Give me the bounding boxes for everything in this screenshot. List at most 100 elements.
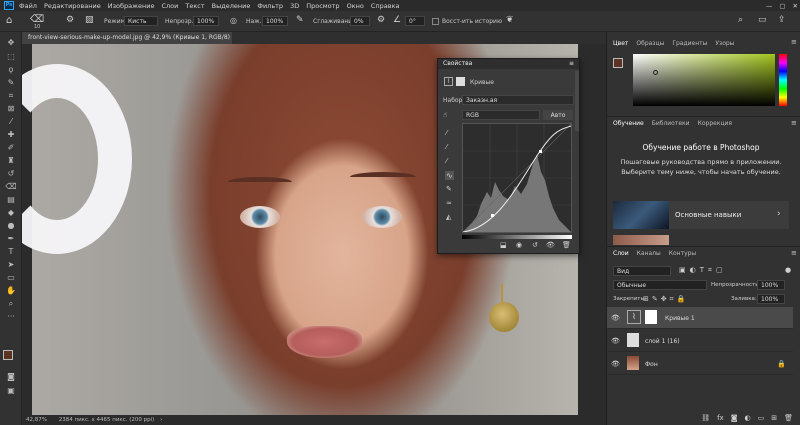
menu-layers[interactable]: Слои [159, 2, 180, 10]
type-tool-icon[interactable]: T [4, 247, 18, 257]
zoom-tool-icon[interactable]: ⌕ [4, 299, 18, 309]
frame-tool-icon[interactable]: ⊠ [4, 104, 18, 114]
layer-mask-thumbnail[interactable] [645, 310, 657, 324]
menu-select[interactable]: Выделение [210, 2, 253, 10]
panel-menu-icon[interactable]: ≡ [569, 60, 574, 67]
angle-field[interactable]: 0° [405, 16, 425, 26]
link-layers-icon[interactable]: ⛓ [701, 414, 710, 422]
delete-layer-icon[interactable]: 🗑 [784, 414, 793, 422]
color-picker-marker[interactable] [653, 70, 658, 75]
layer-name[interactable]: Кривые 1 [665, 315, 695, 322]
workspace-icon[interactable]: ▭ [758, 15, 767, 25]
panel-menu-icon[interactable]: ≡ [791, 119, 797, 127]
reset-icon[interactable]: ↺ [532, 241, 538, 249]
history-brush-tool-icon[interactable]: ↺ [4, 169, 18, 179]
tab-patterns[interactable]: Узоры [715, 40, 734, 47]
maximize-icon[interactable]: ▢ [777, 2, 787, 10]
history-checkbox[interactable] [432, 18, 439, 25]
chevron-right-icon[interactable]: › [777, 209, 781, 219]
preset-select[interactable]: Заказн.ая [462, 95, 574, 105]
tab-color[interactable]: Цвет [613, 40, 628, 47]
menu-3d[interactable]: 3D [288, 2, 301, 10]
pressure-opacity-icon[interactable]: ◎ [230, 16, 237, 25]
menu-view[interactable]: Просмотр [304, 2, 341, 10]
curve-point[interactable] [539, 150, 542, 153]
search-icon[interactable]: ⌕ [738, 15, 743, 25]
visibility-eye-icon[interactable]: 👁 [611, 314, 620, 322]
brush-tool-icon[interactable]: ✐ [4, 143, 18, 153]
filter-toggle-icon[interactable]: ● [785, 266, 791, 274]
tab-learn[interactable]: Обучение [613, 120, 644, 127]
new-layer-icon[interactable]: ⊞ [771, 414, 777, 422]
panel-menu-icon[interactable]: ≡ [791, 249, 797, 257]
mask-icon[interactable] [456, 77, 465, 86]
tab-paths[interactable]: Контуры [669, 250, 696, 257]
minimize-icon[interactable]: — [764, 2, 775, 10]
layer-filter-select[interactable]: Вид [613, 266, 671, 276]
layer-name[interactable]: Фон [645, 361, 658, 368]
menu-type[interactable]: Текст [183, 2, 206, 10]
foreground-color-swatch[interactable] [3, 350, 13, 360]
zoom-level[interactable]: 42,87% [26, 417, 47, 423]
quick-mask-icon[interactable]: ◙ [4, 372, 18, 382]
lock-icons[interactable]: ⊞✎✥⌗🔒 [643, 295, 688, 304]
airbrush-icon[interactable]: ✎ [296, 15, 304, 25]
tab-adjustments[interactable]: Коррекция [698, 120, 732, 127]
hue-slider[interactable] [779, 54, 787, 106]
add-mask-icon[interactable]: ◙ [731, 414, 738, 422]
menu-filter[interactable]: Фильтр [255, 2, 285, 10]
learn-card[interactable]: Основные навыки › [613, 201, 789, 229]
crop-tool-icon[interactable]: ⌗ [4, 91, 18, 101]
menu-help[interactable]: Справка [369, 2, 402, 10]
healing-tool-icon[interactable]: ✚ [4, 130, 18, 140]
smooth-curve-icon[interactable]: ≈ [446, 199, 452, 207]
sample-black-icon[interactable]: ⁄ [446, 129, 447, 137]
brush-preset-icon[interactable]: ⚙ [66, 15, 74, 25]
layer-name[interactable]: слой 1 (16) [645, 338, 680, 345]
angle-icon[interactable]: ∠ [393, 15, 401, 25]
menu-file[interactable]: Файл [17, 2, 39, 10]
pencil-draw-icon[interactable]: ✎ [446, 185, 452, 193]
properties-header[interactable]: Свойства ≡ [438, 59, 579, 69]
tab-libraries[interactable]: Библиотеки [652, 120, 690, 127]
fx-icon[interactable]: fx [717, 414, 724, 422]
menu-image[interactable]: Изображение [106, 2, 157, 10]
blend-mode-select[interactable]: Обычные [613, 280, 707, 290]
visibility-eye-icon[interactable]: 👁 [611, 337, 620, 345]
auto-button[interactable]: Авто [543, 110, 573, 120]
learn-card-2-image[interactable] [613, 235, 669, 245]
home-icon[interactable]: ⌂ [6, 15, 12, 26]
curve-edit-icon[interactable]: ∿ [445, 171, 454, 180]
gradient-tool-icon[interactable]: ▤ [4, 195, 18, 205]
menu-edit[interactable]: Редактирование [42, 2, 103, 10]
info-arrow-icon[interactable]: › [160, 417, 162, 423]
view-previous-icon[interactable]: ◉ [516, 241, 522, 249]
sample-white-icon[interactable]: ⁄ [446, 157, 447, 165]
marquee-tool-icon[interactable]: ⬚ [4, 52, 18, 62]
fill-field[interactable]: 100% [757, 294, 785, 304]
foreground-swatch[interactable] [613, 58, 623, 68]
visibility-icon[interactable]: 👁 [546, 241, 555, 249]
eraser-tool-icon[interactable]: ⌫ [4, 182, 18, 192]
smoothing-field[interactable]: 0% [350, 16, 370, 26]
target-adjust-icon[interactable]: ☝ [443, 111, 447, 119]
dodge-tool-icon[interactable]: ● [4, 221, 18, 231]
path-select-tool-icon[interactable]: ➤ [4, 260, 18, 270]
butterfly-icon[interactable]: ❦ [506, 15, 514, 25]
more-tools-icon[interactable]: ··· [4, 312, 18, 322]
stamp-tool-icon[interactable]: ♜ [4, 156, 18, 166]
group-icon[interactable]: ▭ [758, 414, 765, 422]
pen-tool-icon[interactable]: ✒ [4, 234, 18, 244]
document-tab[interactable]: front-view-serious-make-up-model.jpg @ 4… [22, 32, 246, 44]
smoothing-settings-icon[interactable]: ⚙ [377, 15, 385, 25]
close-window-icon[interactable]: ✕ [791, 2, 800, 10]
curves-graph[interactable] [462, 123, 572, 233]
sample-gray-icon[interactable]: ⁄ [446, 143, 447, 151]
pressure-field[interactable]: 100% [262, 16, 288, 26]
eyedropper-tool-icon[interactable]: ⁄ [4, 117, 18, 127]
panel-menu-icon[interactable]: ≡ [791, 38, 797, 46]
color-field[interactable] [633, 54, 775, 106]
layer-row[interactable]: 👁 ⌇ Кривые 1 [607, 307, 793, 329]
hand-tool-icon[interactable]: ✋ [4, 286, 18, 296]
adjustment-layer-icon[interactable]: ◐ [745, 414, 751, 422]
